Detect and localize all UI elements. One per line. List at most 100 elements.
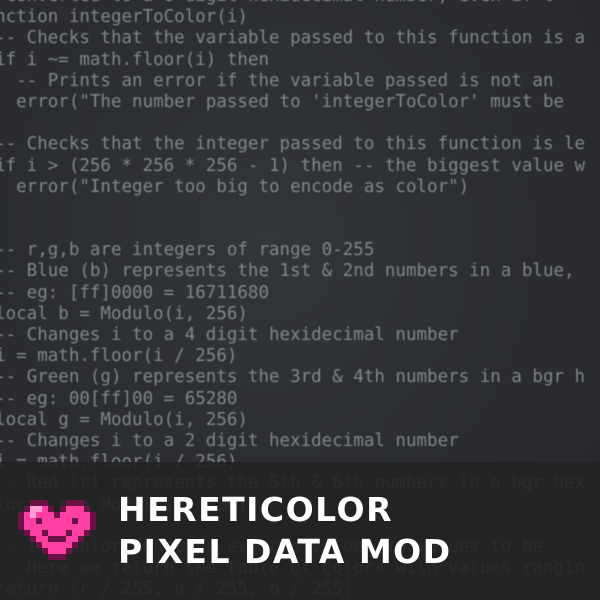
heart-pixel — [78, 524, 84, 530]
mod-title-line-2: PIXEL DATA MOD — [118, 532, 452, 571]
heart-pixel — [36, 542, 42, 548]
code-line: -- Checks that the variable passed to th… — [0, 28, 600, 49]
heart-pixel — [48, 542, 54, 548]
heart-pixel — [48, 512, 54, 518]
heart-pixel — [78, 500, 84, 506]
heart-pixel — [90, 524, 96, 530]
heart-pixel — [30, 536, 36, 542]
heart-pixel — [60, 536, 66, 542]
cover-image: -- converted to a 6 digit hexidecimal nu… — [0, 0, 600, 600]
heart-pixel — [18, 524, 24, 530]
code-line: -- Changes i to a 4 digit hexidecimal nu… — [0, 325, 600, 346]
pixel-heart-face-icon — [18, 500, 96, 560]
code-line: -- r,g,b are integers of range 0-255 — [0, 240, 600, 261]
heart-pixel — [72, 530, 78, 536]
code-line: -- converted to a 6 digit hexidecimal nu… — [0, 0, 600, 7]
heart-pixel — [42, 542, 48, 548]
code-line — [0, 198, 600, 219]
code-line: if i > (256 * 256 * 256 - 1) then -- the… — [0, 156, 600, 177]
heart-pixel — [66, 542, 72, 548]
heart-pixel — [72, 500, 78, 506]
heart-pixel — [30, 524, 36, 530]
heart-pixel — [36, 506, 42, 512]
heart-pixel — [36, 530, 42, 536]
code-line: -- eg: 00[ff]00 = 65280 — [0, 389, 600, 410]
heart-pixel — [54, 548, 60, 554]
heart-pixel — [60, 524, 66, 530]
mod-title-line-1: HERETICOLOR — [118, 490, 393, 529]
heart-pixel — [66, 530, 72, 536]
heart-pixel — [30, 500, 36, 506]
heart-pixel — [18, 512, 24, 518]
heart-pixel — [78, 536, 84, 542]
heart-pixel — [66, 536, 72, 542]
code-line: local b = Modulo(i, 256) — [0, 304, 600, 325]
heart-pixel — [54, 554, 60, 560]
heart-pixel — [72, 524, 78, 530]
code-line: -- Changes i to a 2 digit hexidecimal nu… — [0, 431, 600, 452]
code-line: -- Blue (b) represents the 1st & 2nd num… — [0, 261, 600, 282]
code-line: error("Integer too big to encode as colo… — [0, 177, 600, 198]
heart-pixel — [18, 518, 24, 524]
heart-pixel — [66, 548, 72, 554]
heart-pixel — [30, 506, 36, 512]
heart-pixel — [60, 512, 66, 518]
heart-pixel — [54, 530, 60, 536]
heart-pixel — [42, 500, 48, 506]
heart-pixel — [66, 506, 72, 512]
code-line: -- Checks that the integer passed to thi… — [0, 134, 600, 155]
heart-pixel — [42, 524, 48, 530]
heart-pixel — [24, 506, 30, 512]
heart-pixel — [42, 530, 48, 536]
heart-pixel — [48, 548, 54, 554]
code-line: -- Green (g) represents the 3rd & 4th nu… — [0, 367, 600, 388]
heart-pixel — [72, 518, 78, 524]
code-line: -- eg: [ff]0000 = 16711680 — [0, 283, 600, 304]
heart-pixel — [36, 500, 42, 506]
heart-pixel — [90, 512, 96, 518]
heart-pixel — [60, 548, 66, 554]
heart-pixel — [66, 518, 72, 524]
heart-pixel — [84, 530, 90, 536]
heart-pixel — [42, 536, 48, 542]
heart-pixel — [42, 512, 48, 518]
heart-pixel — [30, 512, 36, 518]
heart-pixel — [72, 512, 78, 518]
heart-pixel — [24, 518, 30, 524]
heart-pixel — [48, 554, 54, 560]
heart-pixel — [48, 530, 54, 536]
heart-pixel — [36, 524, 42, 530]
heart-pixel — [78, 506, 84, 512]
heart-pixel — [42, 506, 48, 512]
heart-pixel — [84, 524, 90, 530]
heart-pixel — [72, 536, 78, 542]
heart-pixel — [66, 524, 72, 530]
heart-pixel — [48, 518, 54, 524]
heart-pixel — [48, 506, 54, 512]
heart-pixel — [54, 518, 60, 524]
heart-pixel — [84, 506, 90, 512]
heart-pixel — [72, 542, 78, 548]
code-line: if i ~= math.floor(i) then — [0, 50, 600, 71]
heart-pixel — [42, 518, 48, 524]
heart-pixel — [36, 518, 42, 524]
heart-pixel — [24, 524, 30, 530]
heart-pixel — [42, 548, 48, 554]
heart-pixel — [60, 530, 66, 536]
code-line — [0, 113, 600, 134]
heart-pixel — [30, 530, 36, 536]
heart-pixel — [84, 518, 90, 524]
heart-pixel — [54, 536, 60, 542]
heart-pixel — [84, 512, 90, 518]
heart-pixel — [48, 536, 54, 542]
code-line: error("The number passed to 'integerToCo… — [0, 92, 600, 113]
heart-pixel — [60, 506, 66, 512]
code-line: i = math.floor(i / 256) — [0, 346, 600, 367]
code-line: function integerToColor(i) — [0, 7, 600, 28]
code-line: -- Prints an error if the variable passe… — [0, 71, 600, 92]
heart-pixel — [54, 524, 60, 530]
heart-pixel — [72, 506, 78, 512]
heart-pixel — [90, 518, 96, 524]
code-line: local g = Modulo(i, 256) — [0, 410, 600, 431]
heart-pixel — [54, 542, 60, 548]
